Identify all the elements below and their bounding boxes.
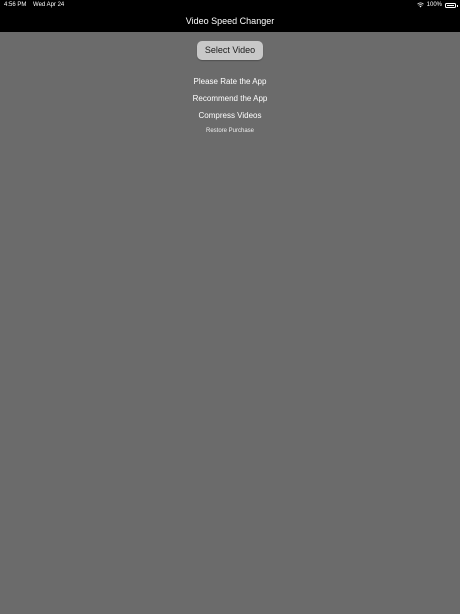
- status-date: Wed Apr 24: [33, 2, 65, 8]
- restore-purchase-link[interactable]: Restore Purchase: [0, 128, 460, 134]
- status-time: 4:56 PM: [4, 2, 27, 8]
- recommend-app-link[interactable]: Recommend the App: [0, 94, 460, 103]
- rate-app-link[interactable]: Please Rate the App: [0, 77, 460, 86]
- battery-icon: [445, 2, 458, 8]
- compress-videos-link[interactable]: Compress Videos: [0, 111, 460, 120]
- status-bar: 4:56 PM Wed Apr 24 100%: [0, 0, 460, 10]
- battery-percent: 100%: [426, 2, 442, 8]
- page-title: Video Speed Changer: [185, 16, 275, 26]
- status-left: 4:56 PM Wed Apr 24: [4, 0, 64, 10]
- status-right: 100%: [416, 0, 458, 10]
- wifi-icon: [416, 2, 424, 8]
- select-video-button[interactable]: Select Video: [197, 41, 263, 60]
- main-content: Select Video Please Rate the App Recomme…: [0, 32, 460, 614]
- navigation-bar: Video Speed Changer: [0, 10, 460, 32]
